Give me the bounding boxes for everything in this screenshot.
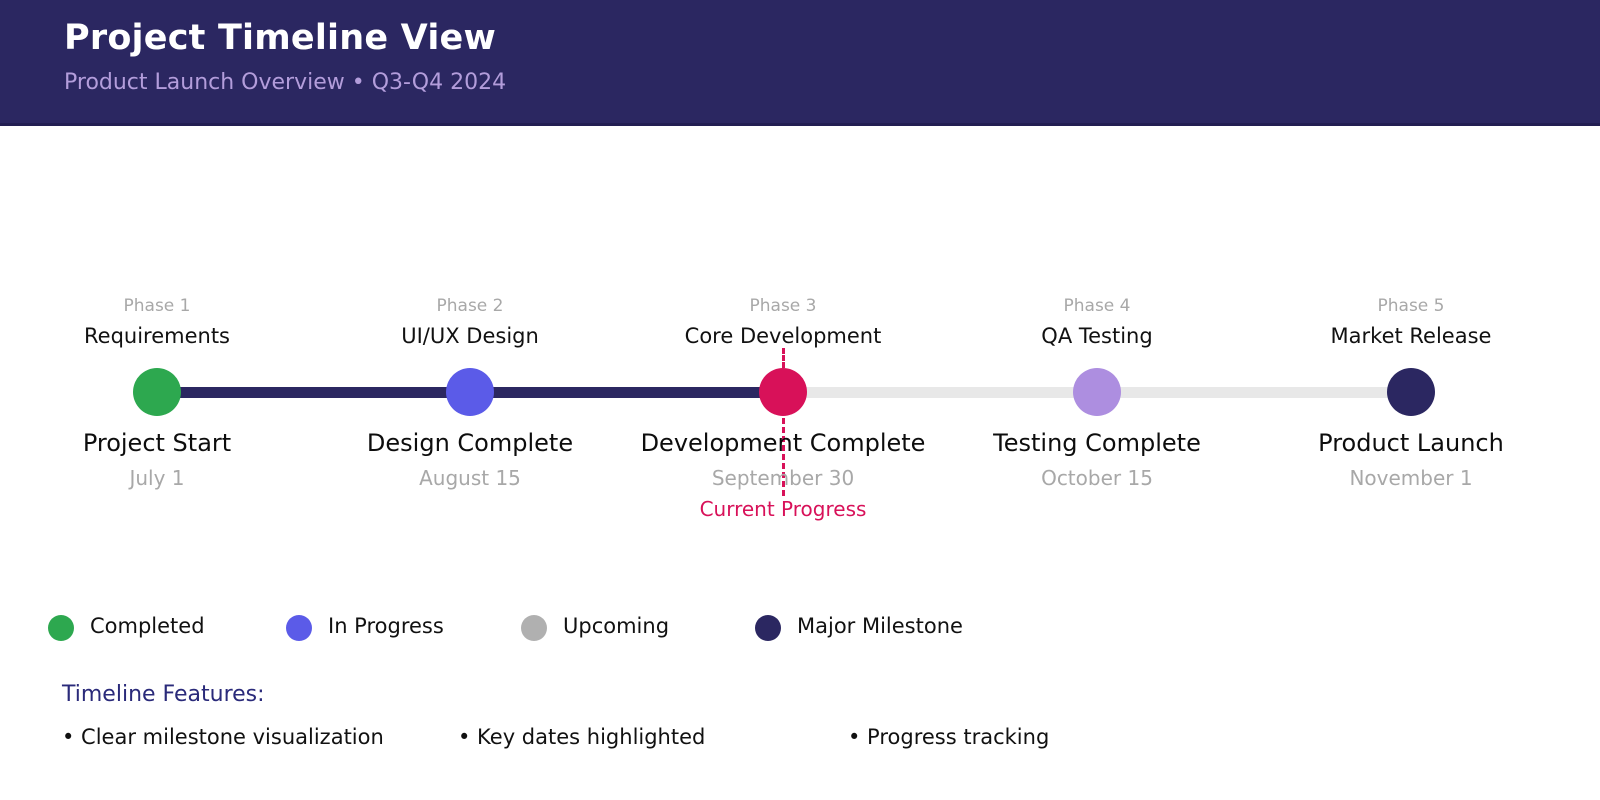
milestone-label: Design Complete <box>366 429 574 457</box>
legend-label: Completed <box>90 614 205 638</box>
legend-color-dot-icon <box>521 615 547 641</box>
milestone-label: Project Start <box>82 429 232 457</box>
milestone-label: Product Launch <box>1318 429 1504 457</box>
legend-label: In Progress <box>328 614 444 638</box>
milestone-date: September 30 <box>711 466 855 490</box>
current-progress-label: Current Progress <box>699 497 867 521</box>
phase-title-label: Core Development <box>684 324 882 348</box>
phase-number-label: Phase 4 <box>1063 296 1131 316</box>
legend-label: Major Milestone <box>797 614 963 638</box>
phase-title-label: UI/UX Design <box>401 324 539 348</box>
phase-number-label: Phase 3 <box>749 296 817 316</box>
timeline-node-phase-4[interactable] <box>1073 368 1121 416</box>
feature-bullet-item: • Clear milestone visualization <box>62 725 384 749</box>
phase-number-label: Phase 5 <box>1377 296 1445 316</box>
legend-color-dot-icon <box>755 615 781 641</box>
feature-bullet-item: • Key dates highlighted <box>458 725 706 749</box>
feature-bullet-item: • Progress tracking <box>848 725 1050 749</box>
phase-title-label: Requirements <box>84 324 230 348</box>
milestone-label: Development Complete <box>640 429 926 457</box>
milestone-label: Testing Complete <box>993 429 1201 457</box>
timeline-node-phase-1[interactable] <box>133 368 181 416</box>
milestone-date: August 15 <box>419 466 521 490</box>
legend-color-dot-icon <box>286 615 312 641</box>
features-heading: Timeline Features: <box>62 682 265 707</box>
milestone-date: November 1 <box>1349 466 1473 490</box>
legend-color-dot-icon <box>48 615 74 641</box>
phase-number-label: Phase 1 <box>123 296 191 316</box>
phase-title-label: QA Testing <box>1041 324 1153 348</box>
current-progress-dashed-line-top <box>782 348 785 368</box>
legend-label: Upcoming <box>563 614 670 638</box>
timeline-node-phase-2[interactable] <box>446 368 494 416</box>
milestone-date: July 1 <box>129 466 185 490</box>
phase-title-label: Market Release <box>1330 324 1492 348</box>
timeline-node-phase-5[interactable] <box>1387 368 1435 416</box>
phase-number-label: Phase 2 <box>436 296 504 316</box>
page-title: Project Timeline View <box>64 18 497 58</box>
milestone-date: October 15 <box>1041 466 1153 490</box>
page-subtitle: Product Launch Overview • Q3-Q4 2024 <box>64 70 507 95</box>
app-header: Project Timeline View Product Launch Ove… <box>0 0 1600 126</box>
timeline-node-phase-3[interactable] <box>759 368 807 416</box>
